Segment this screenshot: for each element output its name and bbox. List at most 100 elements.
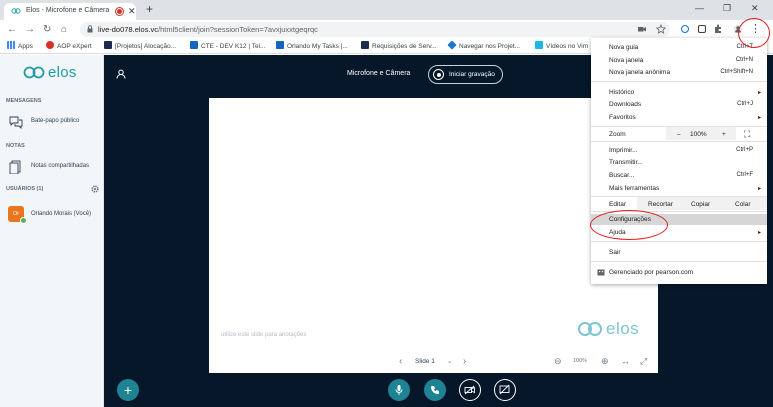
menu-print-shortcut: Ctrl+P [736, 147, 753, 153]
projetos-icon [104, 41, 112, 49]
menu-history[interactable]: Histórico [609, 89, 634, 96]
zoom-value: 100% [690, 131, 707, 138]
screen-share-button[interactable] [494, 379, 516, 401]
url-host: live-do078.elos.vc [98, 25, 159, 34]
bookmark-vimeo[interactable]: Vídeos no Vim [535, 41, 588, 52]
menu-cut[interactable]: Recortar [648, 201, 673, 208]
menu-downloads-shortcut: Ctrl+J [737, 101, 753, 107]
address-bar[interactable]: live-do078.elos.vc/html5client/join?sess… [80, 22, 670, 37]
start-recording-button[interactable]: Iniciar gravação [428, 65, 503, 84]
slide-controls: ‹ Slide 1 ⌄ › ⊖ 100% ⊕ ↔ ⤢ [209, 352, 658, 372]
bookmark-projetos[interactable]: [Projetos] Alocação... [104, 41, 176, 52]
microphone-button[interactable] [388, 379, 410, 401]
menu-copy[interactable]: Copiar [691, 201, 710, 208]
fullscreen-icon[interactable]: ⤢ [640, 356, 647, 367]
next-slide-icon[interactable]: › [463, 356, 466, 367]
users-settings-gear-icon[interactable] [91, 185, 99, 193]
menu-managed-by: Gerenciado por pearson.com [609, 269, 694, 276]
slide-logo-text: elos [606, 319, 640, 338]
slide-selector[interactable]: Slide 1 [415, 358, 435, 365]
messages-heading: MENSAGENS [6, 98, 42, 104]
menu-cast[interactable]: Transmitir... [609, 159, 643, 166]
fullscreen-icon[interactable]: ⛶ [744, 129, 750, 140]
fit-width-icon[interactable]: ↔ [621, 356, 630, 366]
bookmark-aop[interactable]: AOP eXpert [46, 41, 92, 52]
bookmark-orlando[interactable]: Orlando My Tasks |... [276, 41, 348, 52]
apps-grid-icon [7, 41, 15, 49]
user-name: Orlando Morais (Você) [31, 211, 92, 217]
record-label: Iniciar gravação [449, 71, 495, 78]
meeting-title: Microfone e Câmera [347, 70, 411, 77]
actions-plus-button[interactable]: + [117, 379, 139, 401]
close-tab-icon[interactable]: ✕ [128, 6, 136, 17]
extension-refresh-icon[interactable] [680, 24, 690, 34]
jira-icon [361, 41, 369, 49]
menu-downloads[interactable]: Downloads [609, 101, 641, 108]
minimize-icon[interactable]: — [695, 3, 704, 13]
extension-box-icon[interactable] [697, 24, 707, 34]
zoom-minus-button[interactable]: – [677, 131, 681, 138]
reload-icon[interactable]: ↻ [43, 24, 51, 35]
bookmark-label: AOP eXpert [57, 43, 92, 50]
bookmark-navegar[interactable]: Navegar nos Projet... [447, 40, 520, 52]
chat-icon [9, 116, 23, 129]
annotation-circle-settings [590, 210, 668, 240]
elos-favicon-icon [11, 8, 21, 14]
slide-dropdown-icon[interactable]: ⌄ [447, 357, 452, 365]
forward-icon[interactable]: → [25, 24, 35, 35]
close-window-icon[interactable]: ✕ [751, 3, 759, 14]
video-off-icon [464, 385, 475, 395]
screen-share-off-icon [499, 384, 510, 395]
zoom-in-icon[interactable]: ⊕ [601, 356, 609, 367]
new-tab-button[interactable]: + [146, 2, 153, 16]
user-icon[interactable] [116, 69, 126, 79]
bookmark-cte[interactable]: CTE - DEV K12 | Tel... [190, 41, 265, 52]
restore-icon[interactable]: ❐ [723, 3, 731, 14]
menu-find-shortcut: Ctrl+F [736, 172, 754, 178]
bookmark-requisicoes[interactable]: Requisições de Serv... [361, 41, 437, 52]
submenu-arrow-icon: ▸ [757, 90, 761, 96]
public-chat-label: Bate-papo público [31, 118, 80, 124]
browser-tab[interactable]: Elos - Microfone e Câmera ✕ [4, 3, 136, 20]
annotation-circle-menu [738, 18, 770, 48]
menu-find[interactable]: Buscar... [609, 172, 634, 179]
home-icon[interactable]: ⌂ [61, 24, 67, 35]
extensions-puzzle-icon[interactable] [713, 24, 723, 34]
diamond-icon [447, 40, 457, 50]
camera-in-use-icon[interactable] [637, 24, 647, 34]
shared-notes-label: Notas compartilhadas [31, 163, 90, 169]
bookmark-apps[interactable]: Apps [7, 41, 33, 52]
menu-edit-label: Editar [609, 201, 626, 208]
bookmark-label: [Projetos] Alocação... [115, 43, 177, 50]
back-icon[interactable]: ← [7, 24, 17, 35]
bookmark-label: Vídeos no Vim [546, 43, 589, 50]
zoom-out-icon[interactable]: ⊖ [554, 356, 562, 367]
menu-new-window[interactable]: Nova janela [609, 57, 643, 64]
bookmark-label: Requisições de Serv... [372, 43, 437, 50]
lock-icon [87, 25, 93, 33]
title-bar: Elos - Microfone e Câmera ✕ + — ❐ ✕ [0, 0, 773, 20]
prev-slide-icon[interactable]: ‹ [399, 356, 402, 367]
menu-more-tools[interactable]: Mais ferramentas [609, 185, 659, 192]
slide-note: utilize este slide para anotações [221, 332, 307, 338]
submenu-arrow-icon: ▸ [757, 186, 761, 192]
menu-separator [591, 81, 767, 82]
menu-print[interactable]: Imprimir... [609, 147, 638, 154]
menu-exit[interactable]: Sair [609, 249, 621, 256]
menu-incognito[interactable]: Nova janela anônima [609, 69, 670, 76]
submenu-arrow-icon: ▸ [757, 115, 761, 121]
record-icon [433, 69, 444, 80]
menu-bookmarks[interactable]: Favoritos [609, 114, 636, 121]
zoom-plus-button[interactable]: + [722, 131, 726, 138]
menu-paste[interactable]: Colar [735, 201, 751, 208]
menu-new-tab[interactable]: Nova guia [609, 44, 638, 51]
aop-icon [46, 41, 54, 49]
tab-title: Elos - Microfone e Câmera [26, 7, 110, 14]
bookmark-star-icon[interactable] [656, 24, 666, 34]
submenu-arrow-icon: ▸ [757, 230, 761, 236]
camera-button[interactable] [459, 379, 481, 401]
microphone-icon [395, 385, 403, 395]
audio-phone-button[interactable] [424, 379, 446, 401]
chrome-menu: Nova guia Ctrl+T Nova janela Ctrl+N Nova… [591, 38, 767, 284]
elos-logo-icon [23, 66, 45, 79]
